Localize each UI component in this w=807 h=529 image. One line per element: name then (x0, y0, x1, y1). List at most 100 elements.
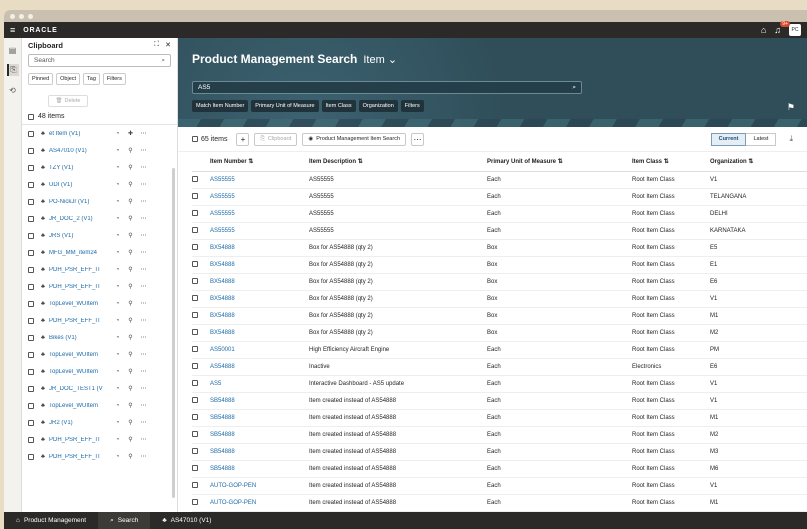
more-icon[interactable]: ⋯ (137, 249, 151, 256)
item-checkbox[interactable] (28, 249, 34, 256)
list-item[interactable]: ♣ PDH_PSR_EFF_IT ◔ ⚲ ⋯ (28, 431, 177, 448)
item-number-link[interactable]: BX54888 (210, 239, 309, 257)
more-actions-button[interactable]: ⋯ (411, 132, 424, 146)
delete-button[interactable]: 🗑 Delete (48, 95, 88, 107)
list-item[interactable]: ♣ TopLevel_WUItem ◔ ⚲ ⋯ (28, 346, 177, 363)
pin-icon[interactable]: ⚲ (124, 147, 137, 154)
list-item[interactable]: ♣ TopLevel_WUItem ◔ ⚲ ⋯ (28, 397, 177, 414)
pin-icon[interactable]: ⚲ (124, 283, 137, 290)
tasks-icon[interactable]: ▤ (7, 44, 19, 56)
pin-icon[interactable]: ⚲ (124, 419, 137, 426)
table-row[interactable]: BX54888 Box for AS54888 (qty 2) Box Root It… (192, 290, 807, 308)
more-icon[interactable]: ⋯ (137, 368, 151, 375)
list-item[interactable]: ♣ JRS (V1) ◔ ⚲ ⋯ (28, 227, 177, 244)
select-all-checkbox[interactable] (28, 113, 34, 120)
list-item[interactable]: ♣ JR_DOC_2 (V1) ◔ ⚲ ⋯ (28, 210, 177, 227)
tag-icon[interactable]: ◔ (111, 335, 124, 341)
item-number-link[interactable]: AS55555 (210, 205, 309, 223)
list-item[interactable]: ♣ AS47010 (V1) ◔ ⚲ ⋯ (28, 142, 177, 159)
row-checkbox[interactable] (192, 362, 198, 369)
item-link[interactable]: PDH_PSR_EFF_IT (49, 454, 111, 460)
tag-icon[interactable]: ◔ (111, 318, 124, 324)
row-checkbox[interactable] (192, 413, 198, 420)
more-icon[interactable]: ⋯ (137, 351, 151, 358)
list-item[interactable]: ♣ UDI (V1) ◔ ⚲ ⋯ (28, 176, 177, 193)
table-row[interactable]: AS50001 High Efficiency Aircraft Engine Ea… (192, 341, 807, 359)
tag-icon[interactable]: ◔ (111, 148, 124, 154)
filter-chip-filters[interactable]: Filters (102, 73, 126, 85)
pin-icon[interactable]: ⚲ (124, 317, 137, 324)
more-icon[interactable]: ⋯ (137, 334, 151, 341)
row-checkbox[interactable] (192, 192, 198, 199)
tab-item-class[interactable]: Item Class (321, 100, 356, 112)
table-row[interactable]: SB54888 Item created instead of AS54888 Ea… (192, 426, 807, 444)
more-icon[interactable]: ⋯ (137, 181, 151, 188)
list-item[interactable]: ♣ JR2 (V1) ◔ ⚲ ⋯ (28, 414, 177, 431)
item-checkbox[interactable] (28, 198, 34, 205)
list-item[interactable]: ♣ PDH_PSR_EFF_IT ◔ ⚲ ⋯ (28, 261, 177, 278)
tab-filters[interactable]: Filters (400, 100, 424, 112)
row-checkbox[interactable] (192, 430, 198, 437)
table-row[interactable]: AS55555 AS55555 Each Root Item Class V1 (192, 171, 807, 189)
saved-search-button[interactable]: ◉ Product Management Item Search (302, 132, 406, 146)
item-checkbox[interactable] (28, 351, 34, 358)
item-number-link[interactable]: BX54888 (210, 290, 309, 308)
item-number-link[interactable]: BX54888 (210, 256, 309, 274)
list-item[interactable]: ♣ PDH_PSR_EFF_IT ◔ ⚲ ⋯ (28, 278, 177, 295)
tag-icon[interactable]: ◔ (111, 386, 124, 392)
row-checkbox[interactable] (192, 447, 198, 454)
item-link[interactable]: MFG_MM_item24 (49, 250, 111, 256)
pin-icon[interactable]: ⚲ (124, 402, 137, 409)
tag-icon[interactable]: ◔ (111, 131, 124, 137)
pin-icon[interactable]: ⚲ (124, 164, 137, 171)
item-link[interactable]: PDH_PSR_EFF_IT (49, 267, 111, 273)
more-icon[interactable]: ⋯ (137, 419, 151, 426)
item-checkbox[interactable] (28, 402, 34, 409)
item-link[interactable]: JR_DOC_TEST1 (V (49, 386, 111, 392)
table-row[interactable]: AS55555 AS55555 Each Root Item Class TELANGA… (192, 188, 807, 206)
more-icon[interactable]: ⋯ (137, 300, 151, 307)
item-number-link[interactable]: BX54888 (210, 307, 309, 325)
pin-icon[interactable]: ⚲ (124, 334, 137, 341)
item-checkbox[interactable] (28, 453, 34, 460)
table-row[interactable]: SB54888 Item created instead of AS54888 Ea… (192, 409, 807, 427)
filter-chip-object[interactable]: Object (56, 73, 81, 85)
tag-icon[interactable]: ◔ (111, 437, 124, 443)
pin-icon[interactable]: ⚲ (124, 368, 137, 375)
history-icon[interactable]: ⟲ (7, 84, 19, 96)
tag-icon[interactable]: ◔ (111, 250, 124, 256)
table-row[interactable]: BX54888 Box for AS54888 (qty 2) Box Root It… (192, 239, 807, 257)
table-row[interactable]: AUTO-GOP-PEN Item created instead of AS54… (192, 494, 807, 512)
row-checkbox[interactable] (192, 481, 198, 488)
table-row[interactable]: BX54888 Box for AS54888 (qty 2) Box Root It… (192, 307, 807, 325)
more-icon[interactable]: ⋯ (137, 164, 151, 171)
pin-icon[interactable]: ⚲ (124, 436, 137, 443)
item-number-link[interactable]: BX54888 (210, 273, 309, 291)
item-checkbox[interactable] (28, 130, 34, 137)
table-row[interactable]: AS55555 AS55555 Each Root Item Class DELHI (192, 205, 807, 223)
header-primary-uom[interactable]: Primary Unit of Measure ⇅ (487, 152, 632, 172)
table-row[interactable]: SB54888 Item created instead of AS54888 Ea… (192, 443, 807, 461)
more-icon[interactable]: ⋯ (137, 453, 151, 460)
tag-icon[interactable]: ◔ (111, 267, 124, 273)
list-item[interactable]: ♣ TZY (V1) ◔ ⚲ ⋯ (28, 159, 177, 176)
item-link[interactable]: TZY (V1) (49, 165, 111, 171)
item-link[interactable]: TopLevel_WUItem (49, 369, 111, 375)
search-icon[interactable]: ⌕ (161, 57, 165, 65)
item-checkbox[interactable] (28, 181, 34, 188)
item-link[interactable]: JR2 (V1) (49, 420, 111, 426)
item-checkbox[interactable] (28, 266, 34, 273)
bottom-tab-search[interactable]: ⌕ Search (98, 512, 151, 529)
item-checkbox[interactable] (28, 436, 34, 443)
row-checkbox[interactable] (192, 260, 198, 267)
item-checkbox[interactable] (28, 385, 34, 392)
pin-icon[interactable]: ⚲ (124, 232, 137, 239)
row-checkbox[interactable] (192, 498, 198, 505)
item-link[interactable]: TopLevel_WUItem (49, 301, 111, 307)
tag-icon[interactable]: ◔ (111, 403, 124, 409)
more-icon[interactable]: ⋯ (137, 402, 151, 409)
table-row[interactable]: BX54888 Box for AS54888 (qty 2) Box Root It… (192, 256, 807, 274)
pin-icon[interactable]: ⚲ (124, 385, 137, 392)
item-checkbox[interactable] (28, 368, 34, 375)
select-all-results-checkbox[interactable] (192, 136, 198, 142)
